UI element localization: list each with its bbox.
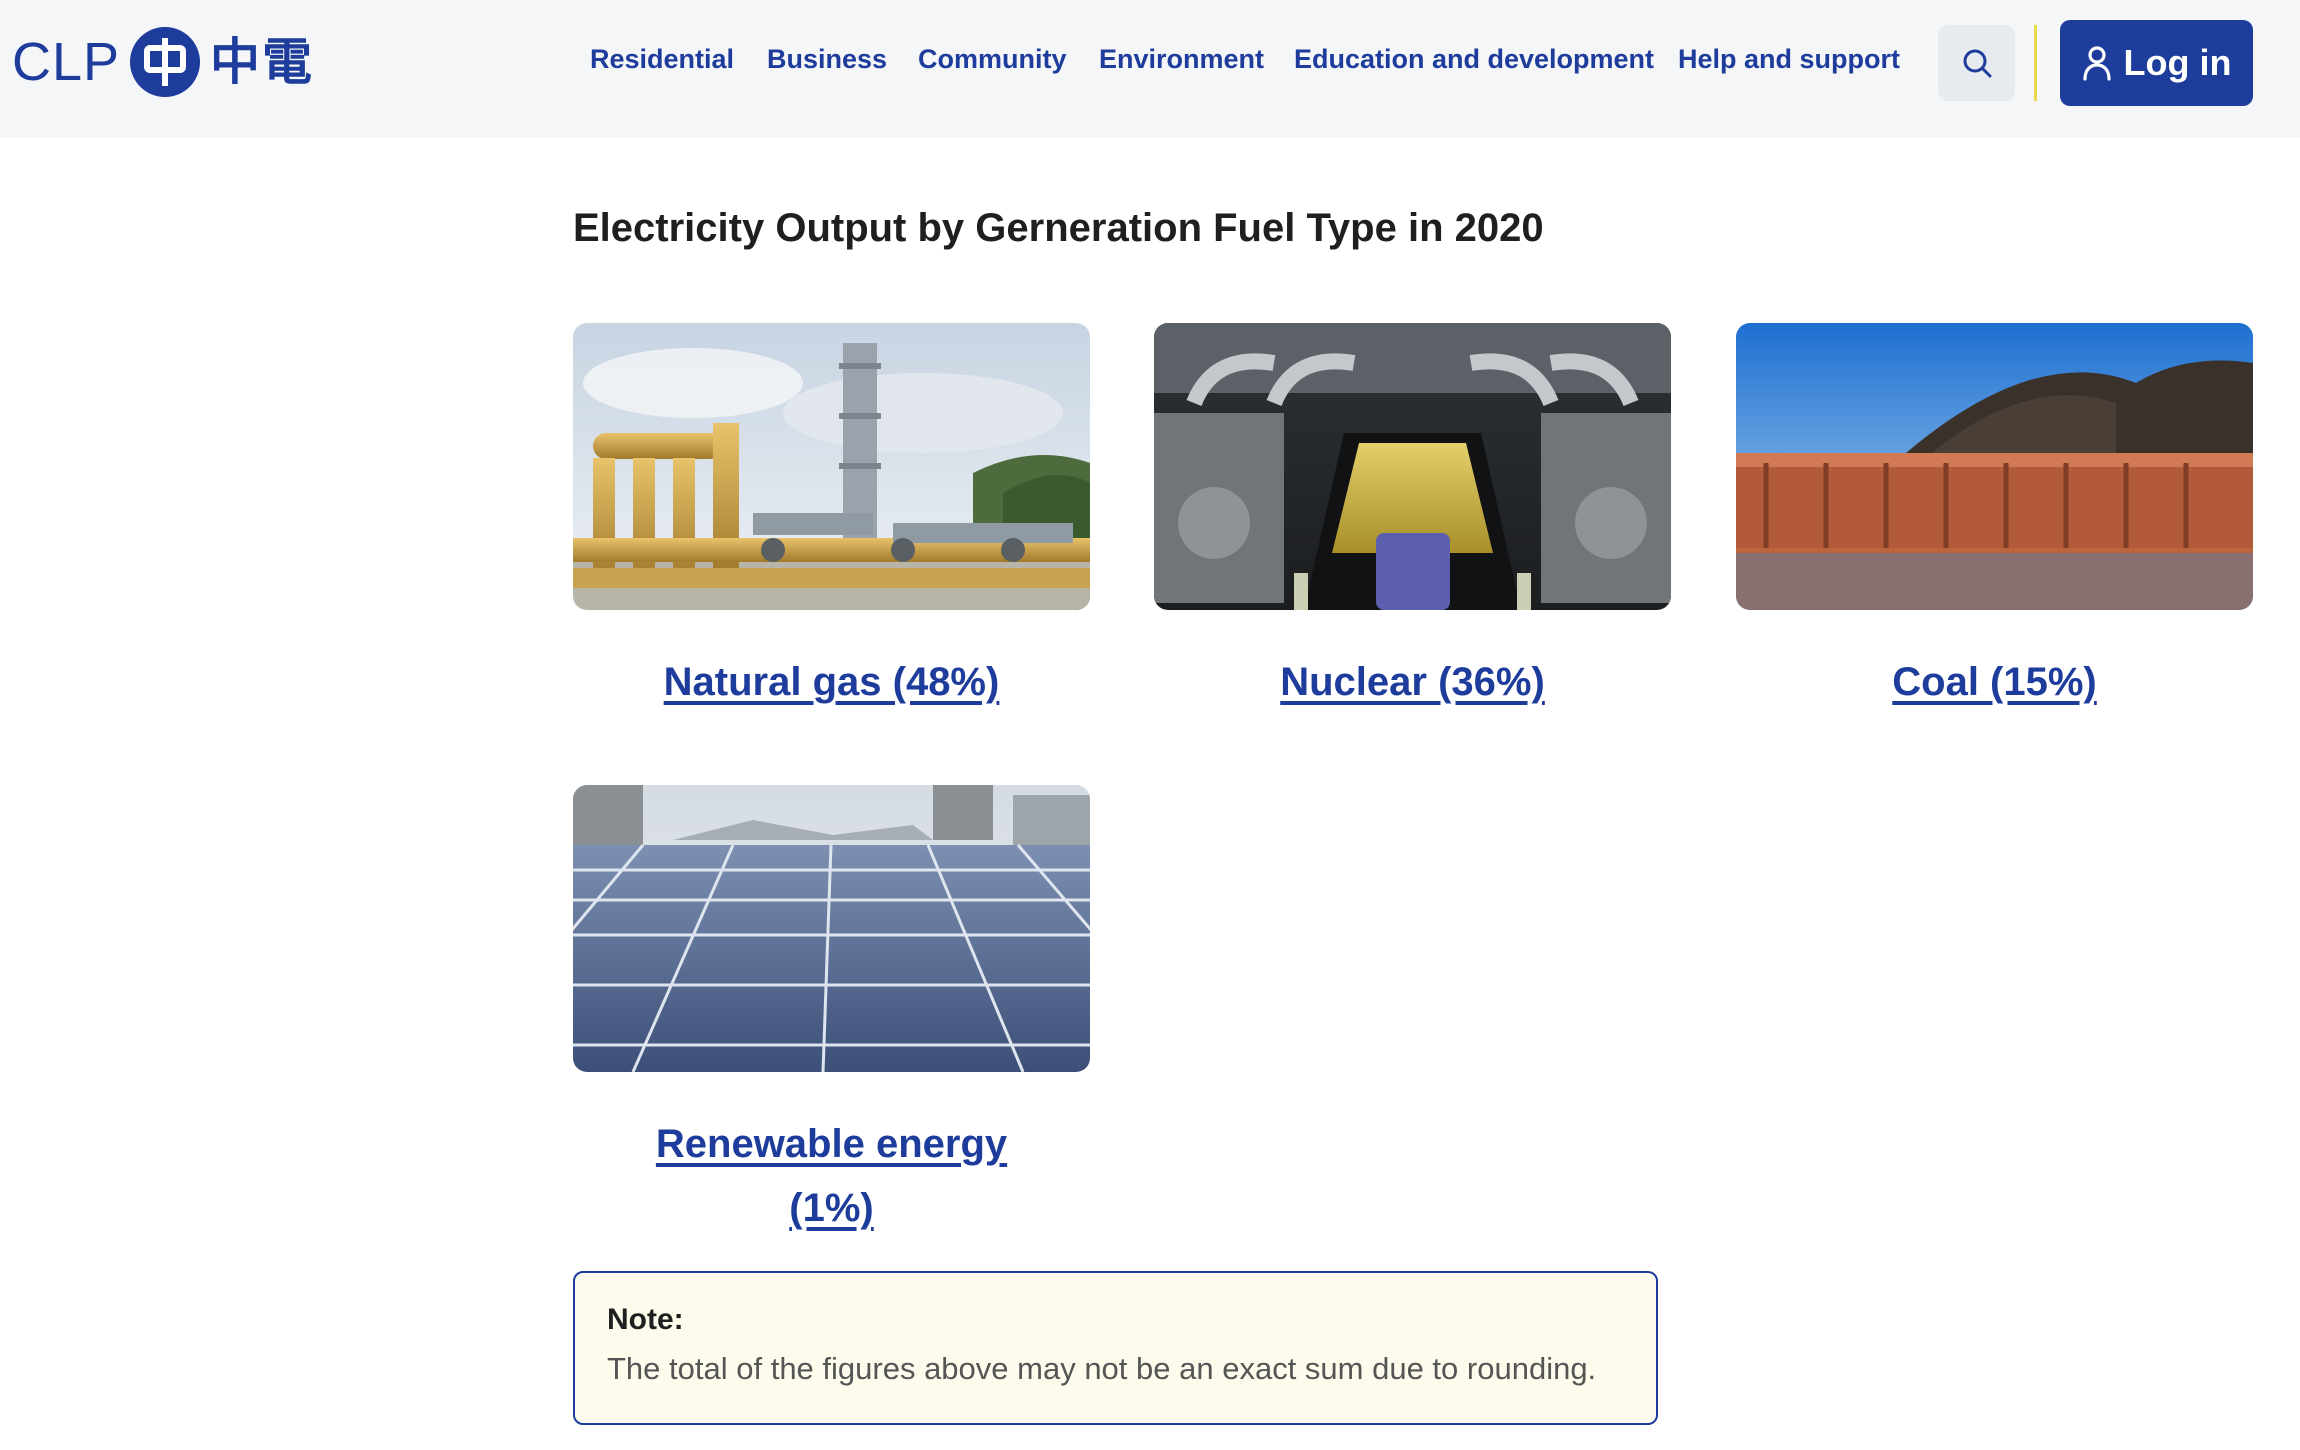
user-icon bbox=[2082, 46, 2111, 81]
logo-chinese-text: 中電 bbox=[210, 33, 315, 91]
nuclear-turbine-image[interactable] bbox=[1154, 323, 1671, 610]
search-button[interactable] bbox=[1938, 25, 2015, 101]
clp-logo[interactable]: CLP 中電 bbox=[12, 24, 314, 100]
logo-emblem-icon bbox=[130, 27, 201, 97]
nuclear-link[interactable]: Nuclear (36%) bbox=[1154, 650, 1671, 714]
fuel-card-natural-gas: Natural gas (48%) bbox=[573, 323, 1090, 714]
nav-environment[interactable]: Environment bbox=[1099, 44, 1264, 75]
page-title: Electricity Output by Gerneration Fuel T… bbox=[573, 206, 1544, 250]
logo-wordmark: CLP bbox=[12, 32, 121, 92]
nav-education-and-development[interactable]: Education and development bbox=[1294, 44, 1654, 75]
note-title: Note: bbox=[607, 1303, 684, 1336]
natural-gas-link[interactable]: Natural gas (48%) bbox=[573, 650, 1090, 714]
renewable-energy-link[interactable]: Renewable energy (1%) bbox=[573, 1112, 1090, 1240]
search-icon bbox=[1963, 49, 1991, 78]
renewable-energy-label: Renewable energy bbox=[655, 1122, 1008, 1166]
login-button[interactable]: Log in bbox=[2060, 20, 2253, 106]
natural-gas-plant-image[interactable] bbox=[573, 323, 1090, 610]
login-label: Log in bbox=[2123, 42, 2232, 83]
coal-link[interactable]: Coal (15%) bbox=[1736, 650, 2253, 714]
solar-panels-image[interactable] bbox=[573, 785, 1090, 1072]
nav-business[interactable]: Business bbox=[767, 44, 887, 75]
renewable-energy-percent: (1%) bbox=[789, 1186, 874, 1230]
nav-residential[interactable]: Residential bbox=[590, 44, 734, 75]
nav-community[interactable]: Community bbox=[918, 44, 1067, 75]
fuel-card-nuclear: Nuclear (36%) bbox=[1154, 323, 1671, 714]
header-divider bbox=[2034, 25, 2037, 101]
rounding-note: Note: The total of the figures above may… bbox=[573, 1271, 1658, 1425]
site-header: CLP 中電 Residential Business Community En… bbox=[0, 0, 2300, 138]
fuel-card-coal: Coal (15%) bbox=[1736, 323, 2253, 714]
coal-barge-image[interactable] bbox=[1736, 323, 2253, 610]
fuel-card-renewable: Renewable energy (1%) bbox=[573, 785, 1090, 1240]
note-text: The total of the figures above may not b… bbox=[607, 1351, 1597, 1386]
nav-help-and-support[interactable]: Help and support bbox=[1678, 44, 1900, 75]
